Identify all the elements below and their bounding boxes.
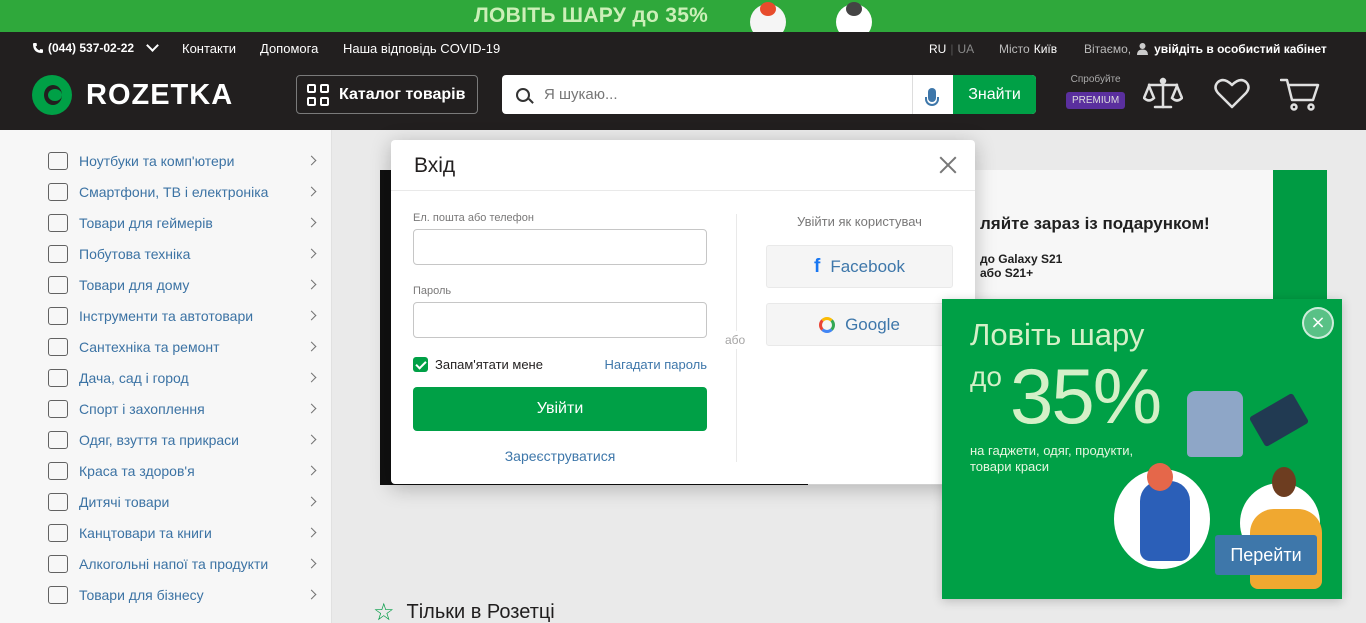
compare-scales-icon[interactable] [1143, 76, 1183, 112]
grid-icon [307, 83, 329, 106]
phone-icon [33, 43, 43, 53]
promo-banner-text: ЛОВІТЬ ШАРУ до 35% [474, 4, 709, 27]
promo-man-illustration [836, 2, 872, 32]
cart-icon[interactable] [1280, 76, 1320, 112]
popup-title: Ловіть шару [970, 317, 1145, 352]
chevron-down-icon [146, 39, 159, 52]
man-head [1272, 467, 1296, 497]
facebook-login-button[interactable]: f Facebook [766, 245, 953, 288]
catalog-button[interactable]: Каталог товарів [296, 75, 478, 114]
premium-badge: PREMIUM [1066, 92, 1126, 109]
remember-me-checkbox[interactable]: Запам'ятати мене [413, 357, 543, 372]
tablet-illustration [1248, 392, 1310, 448]
site-header: (044) 537-02-22 Контакти Допомога Наша в… [0, 32, 1366, 130]
login-link[interactable]: увійдіть в особистий кабінет [1154, 42, 1327, 56]
help-link[interactable]: Допомога [260, 41, 318, 56]
popup-go-button[interactable]: Перейти [1215, 535, 1317, 575]
account-area: Вітаємо, увійдіть в особистий кабінет [1084, 42, 1327, 56]
catalog-button-label: Каталог товарів [339, 85, 466, 103]
google-login-button[interactable]: Google [766, 303, 953, 346]
language-switcher: RU | UA [929, 42, 974, 56]
greeting-text: Вітаємо, [1084, 42, 1132, 56]
facebook-icon: f [814, 255, 821, 277]
forgot-password-link[interactable]: Нагадати пароль [605, 357, 707, 372]
lang-ru[interactable]: RU [929, 42, 946, 56]
email-field[interactable] [413, 229, 707, 265]
covid-link[interactable]: Наша відповідь COVID-19 [343, 41, 500, 56]
logo-wordmark: ROZETKA [86, 78, 234, 111]
google-label: Google [845, 314, 900, 334]
promo-woman-illustration [750, 2, 786, 32]
popup-do: до [970, 361, 1002, 392]
password-label: Пароль [413, 285, 452, 297]
remember-me-label: Запам'ятати мене [435, 357, 543, 372]
close-icon[interactable] [938, 155, 958, 175]
promo-banner[interactable]: ЛОВІТЬ ШАРУ до 35% [0, 0, 1366, 32]
email-label: Ел. пошта або телефон [413, 212, 534, 224]
login-submit-button[interactable]: Увійти [413, 387, 707, 431]
promo-popup: Ловіть шару до 35% на гаджети, одяг, про… [942, 299, 1342, 599]
search-bar: Знайти [502, 75, 1036, 114]
modal-title: Вхід [414, 154, 456, 177]
login-form: Ел. пошта або телефон Пароль Запам'ятати… [413, 212, 707, 464]
checkmark-icon [413, 357, 428, 372]
shirt-illustration [1187, 391, 1243, 457]
user-icon [1137, 43, 1149, 55]
microphone-icon [924, 87, 939, 106]
facebook-label: Facebook [830, 256, 905, 276]
social-login: Увійти як користувач f Facebook Google [766, 214, 953, 346]
woman-figure [1140, 481, 1190, 561]
login-modal: Вхід Ел. пошта або телефон Пароль Запам'… [391, 140, 975, 484]
rozetka-smile-icon [32, 75, 72, 115]
voice-search-button[interactable] [912, 75, 950, 114]
wishlist-heart-icon[interactable] [1212, 76, 1252, 112]
or-separator: або [725, 331, 746, 349]
popup-percent: 35% [1010, 352, 1162, 440]
password-field[interactable] [413, 302, 707, 338]
premium-try-text: Спробуйте [1070, 74, 1121, 85]
google-icon [819, 316, 836, 333]
woman-head [1147, 463, 1173, 491]
search-icon [516, 87, 530, 102]
lang-separator: | [950, 42, 954, 56]
rozetka-logo[interactable]: ROZETKA [32, 75, 233, 115]
popup-close-icon[interactable]: × [1302, 307, 1334, 339]
register-link[interactable]: Зареєструватися [413, 448, 707, 464]
city-label: Місто [999, 42, 1030, 56]
phone-dropdown[interactable]: (044) 537-02-22 [32, 39, 159, 55]
phone-number: (044) 537-02-22 [48, 41, 135, 55]
search-input[interactable] [544, 86, 904, 103]
search-button[interactable]: Знайти [953, 75, 1036, 114]
premium-promo[interactable]: Спробуйте PREMIUM [1066, 74, 1126, 109]
header-topbar: (044) 537-02-22 Контакти Допомога Наша в… [0, 32, 1366, 66]
contacts-link[interactable]: Контакти [182, 41, 236, 56]
popup-subtitle: на гаджети, одяг, продукти, товари краси [970, 443, 1134, 474]
lang-ua[interactable]: UA [957, 42, 974, 56]
city-value: Київ [1033, 42, 1058, 56]
modal-header: Вхід [391, 140, 975, 191]
city-selector[interactable]: Місто Київ [999, 42, 1057, 56]
social-login-heading: Увійти як користувач [797, 214, 922, 229]
